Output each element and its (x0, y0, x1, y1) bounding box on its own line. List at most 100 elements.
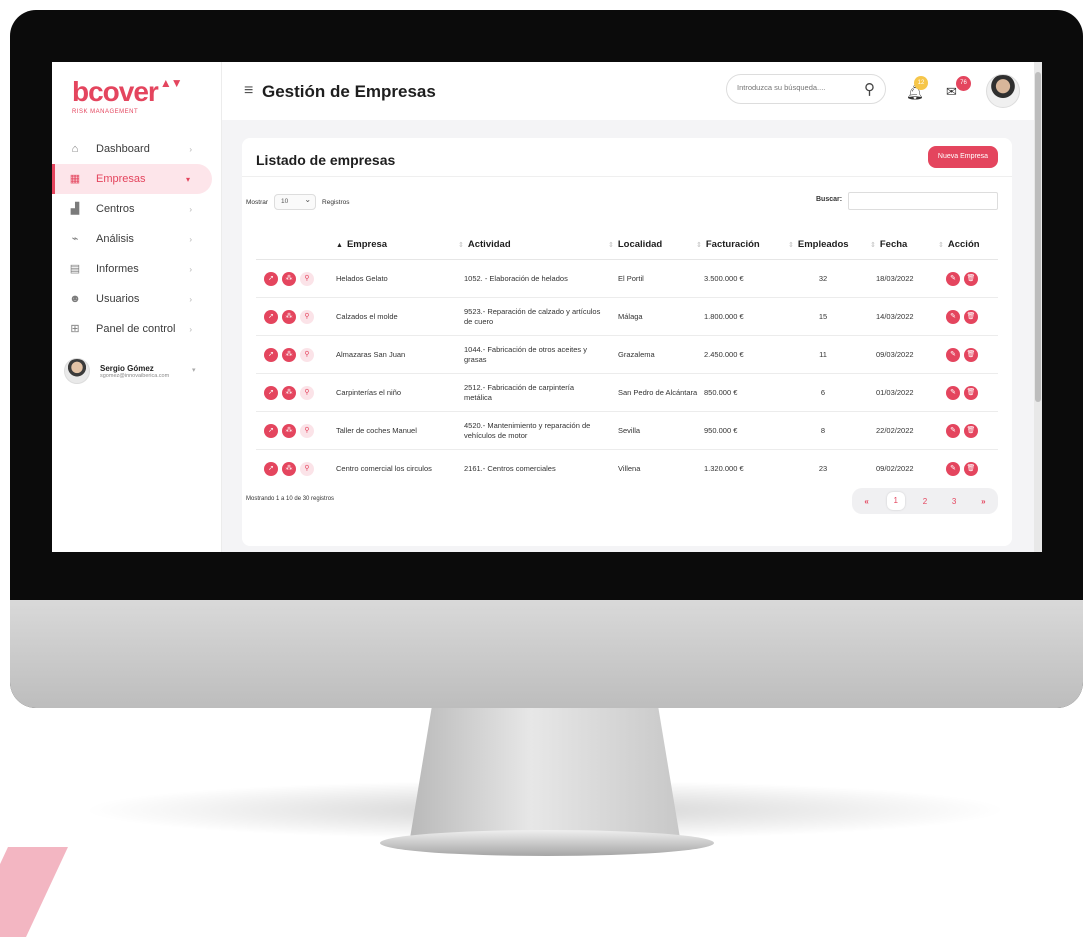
stage: bcover ▲▼ RISK MANAGEMENT ⌂ Dashboard › ▦… (0, 0, 1083, 937)
sort-icon: ⇕ (788, 242, 794, 249)
cell-facturacion: 2.450.000 € (704, 350, 744, 359)
monitor-base (380, 830, 714, 856)
edit-icon[interactable]: ✎ (946, 386, 960, 400)
edit-icon[interactable]: ✎ (946, 310, 960, 324)
table-info: Mostrando 1 a 10 de 30 registros (246, 496, 335, 502)
card-title: Listado de empresas (256, 152, 396, 168)
cursor-icon[interactable]: ➚ (264, 424, 278, 438)
chevron-right-icon: › (189, 294, 192, 304)
messages-badge: 76 (956, 76, 971, 91)
cell-localidad: Villena (618, 464, 641, 473)
divider (242, 176, 1012, 177)
network-icon[interactable]: ⁂ (282, 272, 296, 286)
show-label: Mostrar (246, 198, 269, 206)
delete-icon[interactable]: 🗑︎ (964, 272, 978, 286)
cell-facturacion: 3.500.000 € (704, 274, 744, 283)
cell-accion: ✎ 🗑︎ (946, 450, 982, 488)
column-header-fecha[interactable]: ⇕ Fecha (870, 239, 907, 250)
column-header-accion[interactable]: ⇕ Acción (938, 239, 980, 250)
table-search-input[interactable] (848, 192, 998, 210)
sidebar-item-empresas[interactable]: ▦ Empresas ▾ (52, 164, 212, 194)
pagination-page[interactable]: 2 (916, 497, 934, 506)
row-actions: ➚ ⁂ ⚲ (264, 336, 318, 374)
logo[interactable]: bcover ▲▼ (72, 76, 183, 108)
search-icon[interactable]: ⚲ (300, 348, 314, 362)
row-actions: ➚ ⁂ ⚲ (264, 298, 318, 336)
user-name: Sergio Gómez (100, 363, 154, 373)
cell-localidad: Grazalema (618, 350, 655, 359)
sidebar-item-centros[interactable]: ▟ Centros › (52, 194, 222, 224)
column-header-empleados[interactable]: ⇕ Empleados (788, 239, 849, 250)
page-size-select[interactable]: 10 (274, 193, 317, 210)
chart-icon: ⌁ (71, 233, 79, 245)
pagination-page[interactable]: 3 (945, 497, 963, 506)
cell-empleados: 23 (818, 464, 828, 473)
factory-icon: ▟ (70, 203, 80, 215)
cursor-icon[interactable]: ➚ (264, 462, 278, 476)
sort-icon: ⇕ (870, 242, 876, 249)
logo-mark: ▲▼ (159, 76, 183, 90)
pagination-first[interactable]: « (858, 497, 876, 506)
search-icon[interactable]: ⚲ (864, 80, 875, 98)
edit-icon[interactable]: ✎ (946, 272, 960, 286)
avatar[interactable] (986, 74, 1020, 108)
sidebar-item-panel-de-control[interactable]: ⊞ Panel de control › (52, 314, 222, 344)
sidebar-item-label: Empresas (96, 173, 146, 185)
sidebar: bcover ▲▼ RISK MANAGEMENT ⌂ Dashboard › ▦… (52, 62, 222, 552)
edit-icon[interactable]: ✎ (946, 462, 960, 476)
network-icon[interactable]: ⁂ (282, 462, 296, 476)
network-icon[interactable]: ⁂ (282, 386, 296, 400)
table-header: ▲ Empresa ⇕ Actividad ⇕ Localidad ⇕ Facturac… (256, 230, 998, 260)
table-row: ➚ ⁂ ⚲ Calzados el molde 9523.- Reparación … (256, 298, 998, 336)
sidebar-item-label: Centros (96, 203, 135, 215)
scrollbar-thumb[interactable] (1035, 72, 1041, 402)
sidebar-item-informes[interactable]: ▤ Informes › (52, 254, 222, 284)
delete-icon[interactable]: 🗑︎ (964, 310, 978, 324)
new-company-button[interactable]: Nueva Empresa (928, 146, 998, 168)
cursor-icon[interactable]: ➚ (264, 310, 278, 324)
pagination: « 1 2 3 » (852, 488, 998, 514)
cell-empresa: Calzados el molde (336, 312, 398, 321)
menu-icon[interactable]: ≡ (244, 82, 253, 100)
delete-icon[interactable]: 🗑︎ (964, 424, 978, 438)
chevron-right-icon: › (189, 144, 192, 154)
network-icon[interactable]: ⁂ (282, 310, 296, 324)
search-icon[interactable]: ⚲ (300, 310, 314, 324)
delete-icon[interactable]: 🗑︎ (964, 462, 978, 476)
sidebar-item-label: Análisis (96, 233, 134, 245)
sidebar-item-usuarios[interactable]: ☻ Usuarios › (52, 284, 222, 314)
pagination-page[interactable]: 1 (886, 492, 905, 510)
user-profile[interactable]: Sergio Gómez sgomez@innovaiberica.com ▾ (64, 358, 196, 384)
cursor-icon[interactable]: ➚ (264, 272, 278, 286)
chevron-down-icon: ▾ (192, 367, 196, 374)
search-box[interactable]: ⚲ (726, 74, 886, 104)
column-header-facturacion[interactable]: ⇕ Facturación (696, 239, 760, 250)
cell-actividad: 2512.- Fabricación de carpintería metáli… (464, 383, 575, 402)
document-icon: ▤ (69, 263, 81, 275)
column-header-empresa[interactable]: ▲ Empresa (336, 239, 387, 250)
search-icon[interactable]: ⚲ (300, 424, 314, 438)
monitor-chin (10, 600, 1083, 708)
column-header-actividad[interactable]: ⇕ Actividad (458, 239, 511, 250)
edit-icon[interactable]: ✎ (946, 348, 960, 362)
delete-icon[interactable]: 🗑︎ (964, 348, 978, 362)
avatar (64, 358, 90, 384)
search-icon[interactable]: ⚲ (300, 386, 314, 400)
search-icon[interactable]: ⚲ (300, 272, 314, 286)
mail-icon[interactable]: ✉ (946, 84, 957, 100)
delete-icon[interactable]: 🗑︎ (964, 386, 978, 400)
network-icon[interactable]: ⁂ (282, 348, 296, 362)
sidebar-item-dashboard[interactable]: ⌂ Dashboard › (52, 134, 222, 164)
pagination-last[interactable]: » (974, 497, 992, 506)
sidebar-nav: ⌂ Dashboard › ▦ Empresas ▾ ▟ Centros › ⌁… (52, 134, 222, 344)
search-icon[interactable]: ⚲ (300, 462, 314, 476)
column-header-localidad[interactable]: ⇕ Localidad (608, 239, 662, 250)
scrollbar[interactable] (1034, 62, 1042, 552)
network-icon[interactable]: ⁂ (282, 424, 296, 438)
cursor-icon[interactable]: ➚ (264, 348, 278, 362)
app-screen: bcover ▲▼ RISK MANAGEMENT ⌂ Dashboard › ▦… (52, 62, 1042, 552)
search-input[interactable] (737, 83, 857, 92)
edit-icon[interactable]: ✎ (946, 424, 960, 438)
sidebar-item-analisis[interactable]: ⌁ Análisis › (52, 224, 222, 254)
cursor-icon[interactable]: ➚ (264, 386, 278, 400)
